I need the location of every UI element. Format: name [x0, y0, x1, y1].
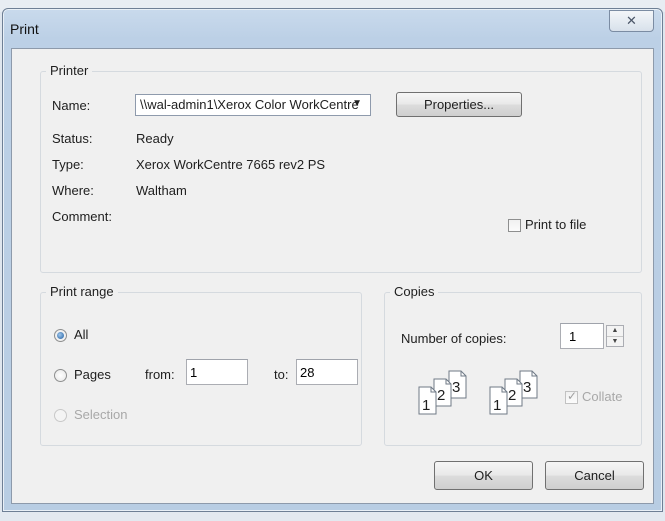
collate-digit-2: 2 — [437, 387, 445, 404]
print-to-file-checkbox[interactable] — [508, 219, 521, 232]
status-label: Status: — [52, 131, 93, 146]
printer-group: Printer Name: \\wal-admin1\Xerox Color W… — [40, 63, 642, 273]
collate-digit-3: 3 — [523, 379, 531, 396]
collate-digit-3: 3 — [452, 379, 460, 396]
comment-label: Comment: — [52, 209, 112, 224]
type-value: Xerox WorkCentre 7665 rev2 PS — [136, 157, 326, 172]
copies-spinner[interactable]: ▲ ▼ — [606, 325, 624, 347]
collate-checkbox[interactable] — [565, 389, 578, 404]
selection-radio[interactable] — [54, 409, 67, 422]
dialog-title: Print — [10, 21, 39, 37]
selection-label: Selection — [74, 407, 128, 422]
type-label: Type: — [52, 157, 84, 172]
from-input[interactable] — [186, 359, 248, 385]
properties-button[interactable]: Properties... — [396, 92, 522, 117]
collate-label: Collate — [582, 389, 623, 404]
print-to-file-label[interactable]: Print to file — [525, 217, 586, 232]
collate-digit-1: 1 — [493, 397, 501, 414]
printer-name-select[interactable]: \\wal-admin1\Xerox Color WorkCentre ▼ — [135, 94, 371, 116]
cancel-button[interactable]: Cancel — [545, 461, 644, 490]
collate-digit-2: 2 — [508, 387, 516, 404]
from-label: from: — [145, 367, 175, 382]
to-input[interactable] — [296, 359, 358, 385]
pages-radio[interactable] — [54, 369, 67, 382]
ok-button[interactable]: OK — [434, 461, 533, 490]
spin-up-icon[interactable]: ▲ — [607, 326, 623, 337]
printer-group-title: Printer — [46, 63, 93, 78]
all-label[interactable]: All — [74, 327, 88, 342]
all-radio[interactable] — [54, 329, 67, 342]
to-label: to: — [274, 367, 289, 382]
spin-down-icon[interactable]: ▼ — [607, 337, 623, 347]
copies-group-title: Copies — [390, 284, 439, 299]
print-dialog: Print ✕ Printer Name: \\wal-admin1\Xerox… — [2, 8, 663, 512]
print-range-group: Print range All Pages from: to: Selectio… — [40, 284, 362, 446]
close-icon: ✕ — [626, 13, 637, 28]
where-label: Where: — [52, 183, 94, 198]
collate-pages-icon-2: 3 2 1 — [489, 370, 538, 415]
printer-name-value: \\wal-admin1\Xerox Color WorkCentre — [140, 97, 359, 112]
status-value: Ready — [136, 131, 174, 146]
chevron-down-icon: ▼ — [352, 98, 362, 109]
number-of-copies-label: Number of copies: — [401, 331, 507, 346]
collate-digit-1: 1 — [422, 397, 430, 414]
name-label: Name: — [52, 98, 91, 113]
copies-group: Copies Number of copies: ▲ ▼ 3 2 1 — [384, 284, 642, 446]
collate-pages-icon-1: 3 2 1 — [418, 370, 467, 415]
dialog-client-area: Printer Name: \\wal-admin1\Xerox Color W… — [11, 48, 654, 504]
where-value: Waltham — [136, 183, 187, 198]
print-range-group-title: Print range — [46, 284, 118, 299]
close-button[interactable]: ✕ — [609, 10, 654, 32]
pages-label[interactable]: Pages — [74, 367, 111, 382]
number-of-copies-input[interactable] — [560, 323, 604, 349]
